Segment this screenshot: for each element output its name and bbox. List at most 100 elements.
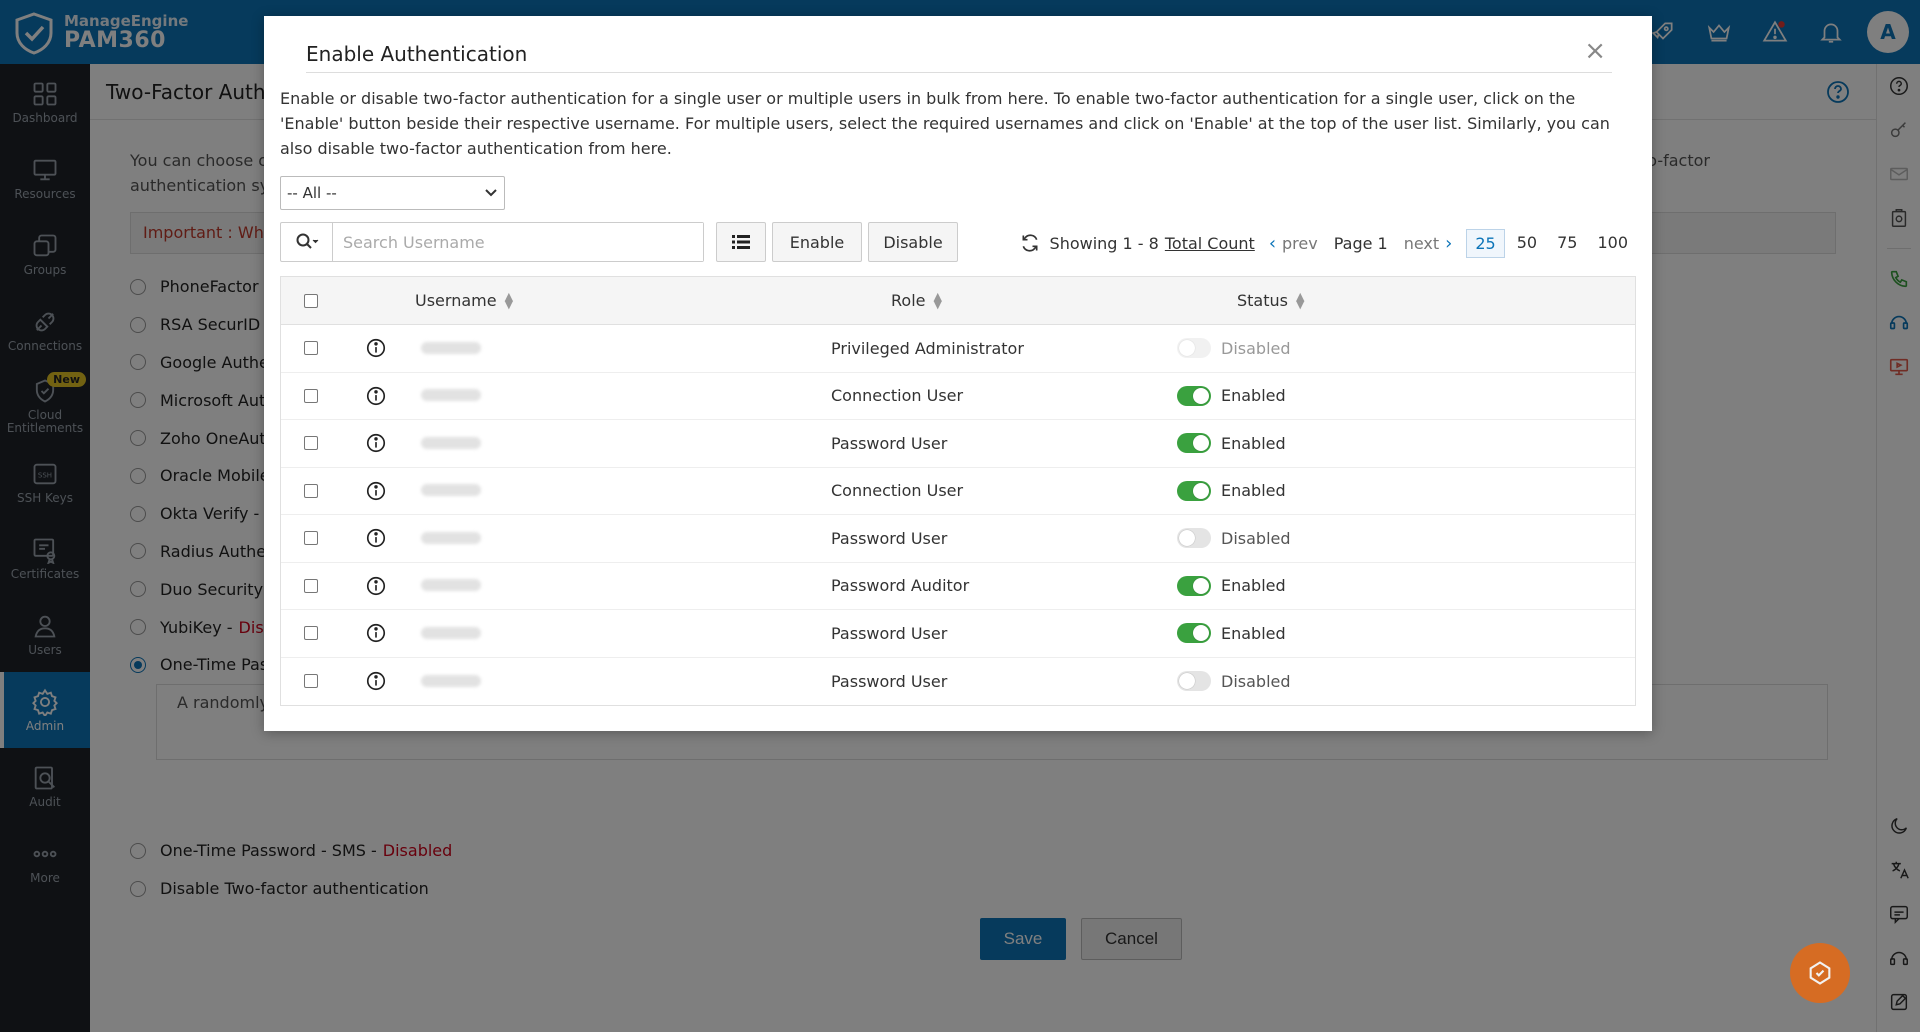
row-checkbox[interactable] — [304, 436, 318, 451]
status-toggle[interactable] — [1177, 480, 1211, 501]
table-row: Password User Enabled — [281, 610, 1635, 658]
row-checkbox[interactable] — [304, 626, 318, 641]
next-link[interactable]: next — [1404, 234, 1439, 253]
role-cell: Password User — [831, 433, 948, 453]
row-checkbox[interactable] — [304, 531, 318, 546]
page-size-option[interactable]: 100 — [1589, 229, 1636, 258]
info-icon — [366, 339, 386, 358]
column-role[interactable]: Role ▲ ▼ — [891, 289, 1231, 311]
status-label: Disabled — [1221, 528, 1291, 548]
info-icon — [366, 672, 386, 691]
status-label: Enabled — [1221, 576, 1286, 596]
table-row: Connection User Enabled — [281, 373, 1635, 420]
column-username[interactable]: Username ▲ ▼ — [341, 289, 891, 311]
sort-icon: ▲ ▼ — [1295, 289, 1305, 311]
row-checkbox[interactable] — [304, 483, 318, 498]
assistant-icon — [1809, 961, 1831, 985]
modal-toolbar: Enable Disable Showing 1 - 8 Total Count… — [280, 222, 1636, 264]
status-toggle[interactable] — [1177, 623, 1211, 644]
row-checkbox[interactable] — [304, 578, 318, 593]
table-body: Privileged Administrator Disabled Connecti… — [281, 325, 1635, 705]
search-options-button[interactable] — [281, 223, 333, 261]
users-table: Username ▲ ▼ Role ▲ ▼ Status ▲ ▼ Privileged… — [280, 276, 1636, 706]
search-icon — [296, 233, 318, 249]
select-all-checkbox[interactable] — [304, 293, 318, 308]
status-label: Disabled — [1221, 338, 1291, 358]
close-icon[interactable]: × — [1584, 38, 1606, 64]
pagination: Showing 1 - 8 Total Count ‹ prev Page 1 … — [1020, 222, 1636, 264]
status-label: Enabled — [1221, 386, 1286, 406]
status-toggle[interactable] — [1177, 433, 1211, 454]
total-count-link[interactable]: Total Count — [1165, 234, 1255, 253]
status-label: Enabled — [1221, 433, 1286, 453]
search-username-input[interactable] — [333, 223, 703, 261]
user-filter-value: -- All -- — [287, 184, 337, 202]
user-filter-select[interactable]: -- All -- — [280, 176, 505, 210]
user-info-button[interactable] — [341, 385, 411, 407]
column-status[interactable]: Status ▲ ▼ — [1231, 289, 1635, 311]
username-redacted — [421, 436, 481, 449]
username-redacted — [421, 674, 481, 687]
user-info-button[interactable] — [341, 527, 411, 549]
status-toggle[interactable] — [1177, 385, 1211, 406]
modal-description: Enable or disable two-factor authenticat… — [280, 89, 1610, 158]
role-cell: Connection User — [831, 386, 964, 406]
role-cell: Connection User — [831, 481, 964, 501]
table-row: Privileged Administrator Disabled — [281, 325, 1635, 373]
page-indicator: Page 1 — [1333, 233, 1388, 253]
info-icon — [366, 481, 386, 500]
info-icon — [366, 529, 386, 548]
role-cell: Password User — [831, 671, 948, 691]
status-toggle[interactable] — [1177, 671, 1211, 692]
role-cell: Password User — [831, 528, 948, 548]
table-row: Password User Enabled — [281, 420, 1635, 468]
username-redacted — [421, 531, 481, 544]
assistant-fab[interactable] — [1790, 943, 1850, 1003]
chevron-down-icon — [485, 189, 497, 197]
table-row: Password User Disabled — [281, 658, 1635, 706]
enable-authentication-modal: Enable Authentication × Enable or disabl… — [264, 16, 1652, 731]
disable-button[interactable]: Disable — [868, 222, 958, 262]
page-size-option[interactable]: 25 — [1466, 228, 1505, 258]
row-checkbox[interactable] — [304, 341, 318, 356]
row-checkbox[interactable] — [304, 388, 318, 403]
status-label: Enabled — [1221, 481, 1286, 501]
info-icon — [366, 576, 386, 595]
sort-icon: ▲ ▼ — [933, 289, 942, 311]
column-role-label: Role — [891, 291, 926, 310]
page-size-option[interactable]: 50 — [1509, 229, 1545, 258]
chevron-left-icon[interactable]: ‹ — [1269, 233, 1276, 254]
column-username-label: Username — [415, 291, 497, 310]
username-redacted — [421, 626, 481, 639]
status-toggle[interactable] — [1177, 575, 1211, 596]
user-info-button[interactable] — [341, 575, 411, 597]
user-info-button[interactable] — [341, 432, 411, 454]
table-row: Password Auditor Enabled — [281, 563, 1635, 610]
modal-title: Enable Authentication — [306, 42, 528, 66]
status-toggle[interactable] — [1177, 338, 1211, 359]
list-icon — [732, 235, 750, 249]
row-checkbox[interactable] — [304, 674, 318, 689]
chevron-right-icon[interactable]: › — [1445, 233, 1452, 254]
page-size-option[interactable]: 75 — [1549, 229, 1585, 258]
sort-icon: ▲ ▼ — [504, 289, 514, 311]
username-redacted — [421, 484, 481, 497]
status-label: Disabled — [1221, 671, 1291, 691]
table-header: Username ▲ ▼ Role ▲ ▼ Status ▲ ▼ — [281, 277, 1635, 325]
username-redacted — [421, 579, 481, 592]
user-info-button[interactable] — [341, 337, 411, 359]
username-redacted — [421, 389, 481, 402]
list-view-button[interactable] — [716, 222, 766, 262]
prev-link[interactable]: prev — [1282, 234, 1318, 253]
modal-title-divider — [306, 72, 1612, 73]
user-info-button[interactable] — [341, 480, 411, 502]
table-row: Password User Disabled — [281, 515, 1635, 563]
user-info-button[interactable] — [341, 670, 411, 692]
enable-button[interactable]: Enable — [772, 222, 862, 262]
refresh-icon[interactable] — [1020, 233, 1040, 253]
user-info-button[interactable] — [341, 622, 411, 644]
role-cell: Password User — [831, 623, 948, 643]
table-row: Connection User Enabled — [281, 468, 1635, 515]
info-icon — [366, 386, 386, 405]
status-toggle[interactable] — [1177, 528, 1211, 549]
